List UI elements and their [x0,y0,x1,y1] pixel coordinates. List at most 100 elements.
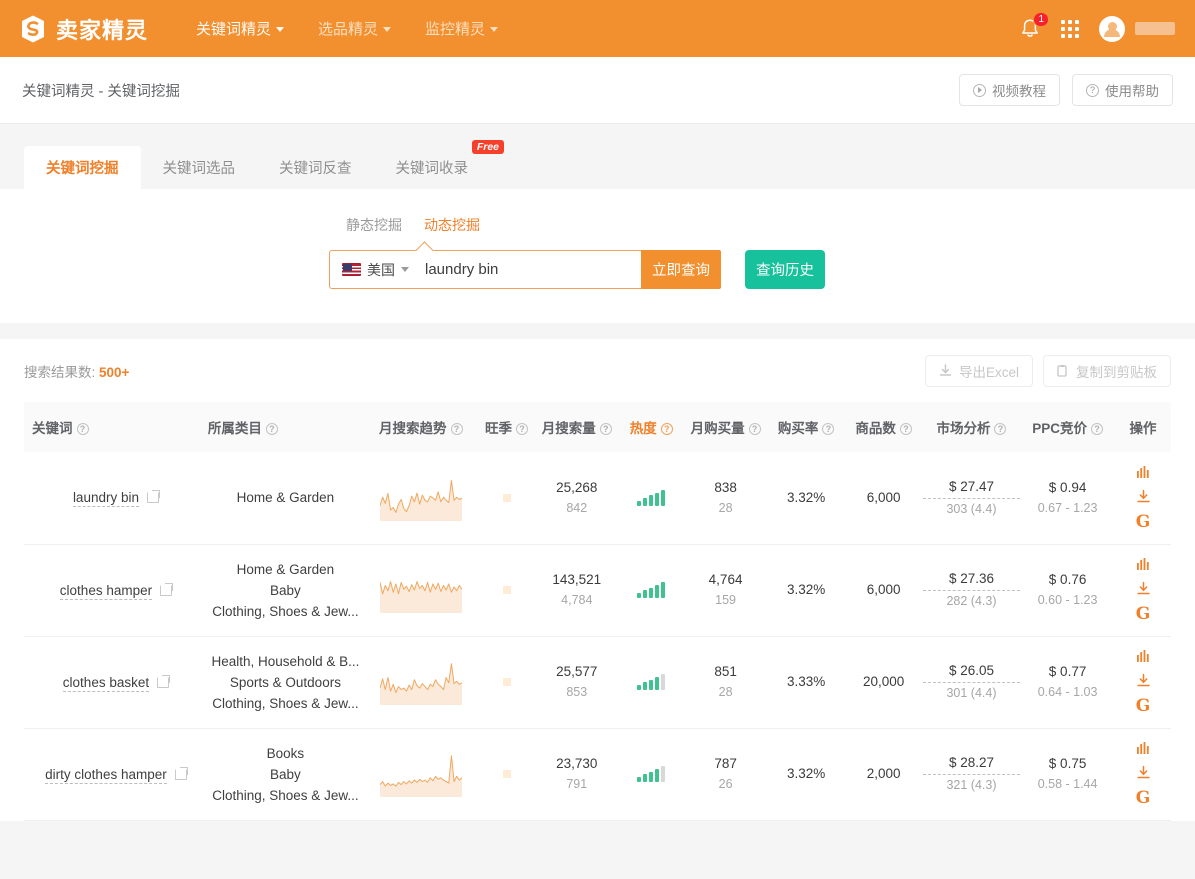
cell-market-analysis: $ 27.36282 (4.3) [923,544,1020,636]
cell-trend[interactable] [363,544,479,636]
keyword-link[interactable]: clothes hamper [60,583,152,600]
col-ppc[interactable]: PPC竞价? [1020,402,1115,452]
mode-dynamic[interactable]: 动态挖掘 [424,215,480,235]
copy-clipboard-button[interactable]: 复制到剪贴板 [1043,355,1171,387]
external-link-icon[interactable] [157,676,169,688]
col-market-analysis-label: 市场分析 [936,421,990,436]
help-icon[interactable]: ? [822,423,834,435]
market-price-value[interactable]: $ 27.36 [923,569,1020,591]
col-market-analysis[interactable]: 市场分析? [923,402,1020,452]
col-search-volume[interactable]: 月搜索量? [534,402,619,452]
chevron-down-icon [401,267,409,272]
video-tutorial-button[interactable]: 视频教程 [959,74,1060,106]
cell-search-volume: 143,5214,784 [534,544,619,636]
help-icon[interactable]: ? [1091,423,1103,435]
col-trend[interactable]: 月搜索趋势? [363,402,479,452]
ppc-price-value: $ 0.77 [1020,662,1115,682]
tab-keyword-index[interactable]: 关键词收录 Free [374,146,491,189]
market-price-value[interactable]: $ 27.47 [923,477,1020,499]
tab-keyword-index-label: 关键词收录 [396,161,469,177]
help-icon[interactable]: ? [600,423,612,435]
google-icon[interactable]: G [1136,790,1151,807]
help-icon[interactable]: ? [77,423,89,435]
download-icon[interactable] [1136,765,1151,780]
bar-chart-icon[interactable] [1136,649,1151,663]
google-icon[interactable]: G [1136,698,1151,715]
external-link-icon[interactable] [160,584,172,596]
col-keyword[interactable]: 关键词? [24,402,208,452]
free-badge: Free [472,140,504,154]
external-link-icon[interactable] [175,768,187,780]
help-button[interactable]: ? 使用帮助 [1072,74,1173,106]
help-icon[interactable]: ? [749,423,761,435]
tab-keyword-selection[interactable]: 关键词选品 [141,146,258,189]
ppc-price-value: $ 0.94 [1020,478,1115,498]
col-season[interactable]: 旺季? [479,402,535,452]
search-input[interactable] [419,251,641,288]
mode-static[interactable]: 静态挖掘 [346,215,402,235]
col-purchase-rate[interactable]: 购买率? [768,402,844,452]
search-history-button[interactable]: 查询历史 [745,250,825,289]
cell-trend[interactable] [363,636,479,728]
market-review-value: 303 (4.4) [923,499,1020,519]
tab-keyword-reverse[interactable]: 关键词反查 [257,146,374,189]
notifications-button[interactable]: 1 [1019,17,1041,41]
download-icon[interactable] [1136,489,1151,504]
google-icon[interactable]: G [1136,606,1151,623]
download-icon[interactable] [1136,673,1151,688]
username-redacted [1135,22,1175,35]
help-icon[interactable]: ? [900,423,912,435]
market-price-value[interactable]: $ 26.05 [923,661,1020,683]
cell-trend[interactable] [363,728,479,820]
cell-actions: G [1115,636,1171,728]
cell-product-count: 20,000 [844,636,923,728]
market-price-value[interactable]: $ 28.27 [923,753,1020,775]
col-keyword-label: 关键词 [32,421,73,436]
tab-keyword-mining[interactable]: 关键词挖掘 [24,146,141,189]
nav-item-product[interactable]: 选品精灵 [318,18,391,39]
user-account-group[interactable] [1099,16,1175,42]
ppc-range-value: 0.64 - 1.03 [1020,682,1115,702]
result-count-value: 500+ [99,365,129,380]
search-volume-value: 25,268 [534,478,619,498]
cell-purchase-rate: 3.32% [768,452,844,544]
apps-grid-icon[interactable] [1061,20,1079,38]
cell-category: Health, Household & B...Sports & Outdoor… [208,636,363,728]
cell-trend[interactable] [363,452,479,544]
search-volume-value: 143,521 [534,570,619,590]
bar-chart-icon[interactable] [1136,557,1151,571]
brand-logo-group[interactable]: 卖家精灵 [18,13,148,45]
bar-chart-icon[interactable] [1136,741,1151,755]
col-purchase-volume[interactable]: 月购买量? [683,402,768,452]
help-icon[interactable]: ? [266,423,278,435]
external-link-icon[interactable] [147,491,159,503]
results-toolbar: 搜索结果数: 500+ 导出Excel 复制到剪贴板 [24,339,1171,402]
bar-chart-icon[interactable] [1136,465,1151,479]
help-icon[interactable]: ? [994,423,1006,435]
sub-header-actions: 视频教程 ? 使用帮助 [959,74,1173,106]
col-category[interactable]: 所属类目? [208,402,363,452]
nav-item-monitor[interactable]: 监控精灵 [425,18,498,39]
google-icon[interactable]: G [1136,514,1151,531]
keyword-link[interactable]: laundry bin [73,490,139,507]
download-icon[interactable] [1136,581,1151,596]
market-review-value: 321 (4.3) [923,775,1020,795]
nav-item-keyword[interactable]: 关键词精灵 [196,18,284,39]
export-excel-button[interactable]: 导出Excel [925,355,1033,387]
cell-purchase-rate: 3.32% [768,728,844,820]
country-selector[interactable]: 美国 [330,251,419,288]
category-item: Sports & Outdoors [208,672,363,693]
search-volume-sub: 853 [534,682,619,702]
purchase-rate-value: 3.32% [787,766,825,781]
keyword-link[interactable]: dirty clothes hamper [45,767,167,784]
search-button[interactable]: 立即查询 [641,250,721,289]
col-heat[interactable]: 热度? [619,402,683,452]
help-icon[interactable]: ? [661,423,673,435]
help-icon[interactable]: ? [451,423,463,435]
help-icon[interactable]: ? [516,423,528,435]
cell-ppc: $ 0.770.64 - 1.03 [1020,636,1115,728]
chevron-down-icon [276,27,284,32]
keyword-link[interactable]: clothes basket [63,675,149,692]
category-item: Home & Garden [208,487,363,508]
col-product-count[interactable]: 商品数? [844,402,923,452]
